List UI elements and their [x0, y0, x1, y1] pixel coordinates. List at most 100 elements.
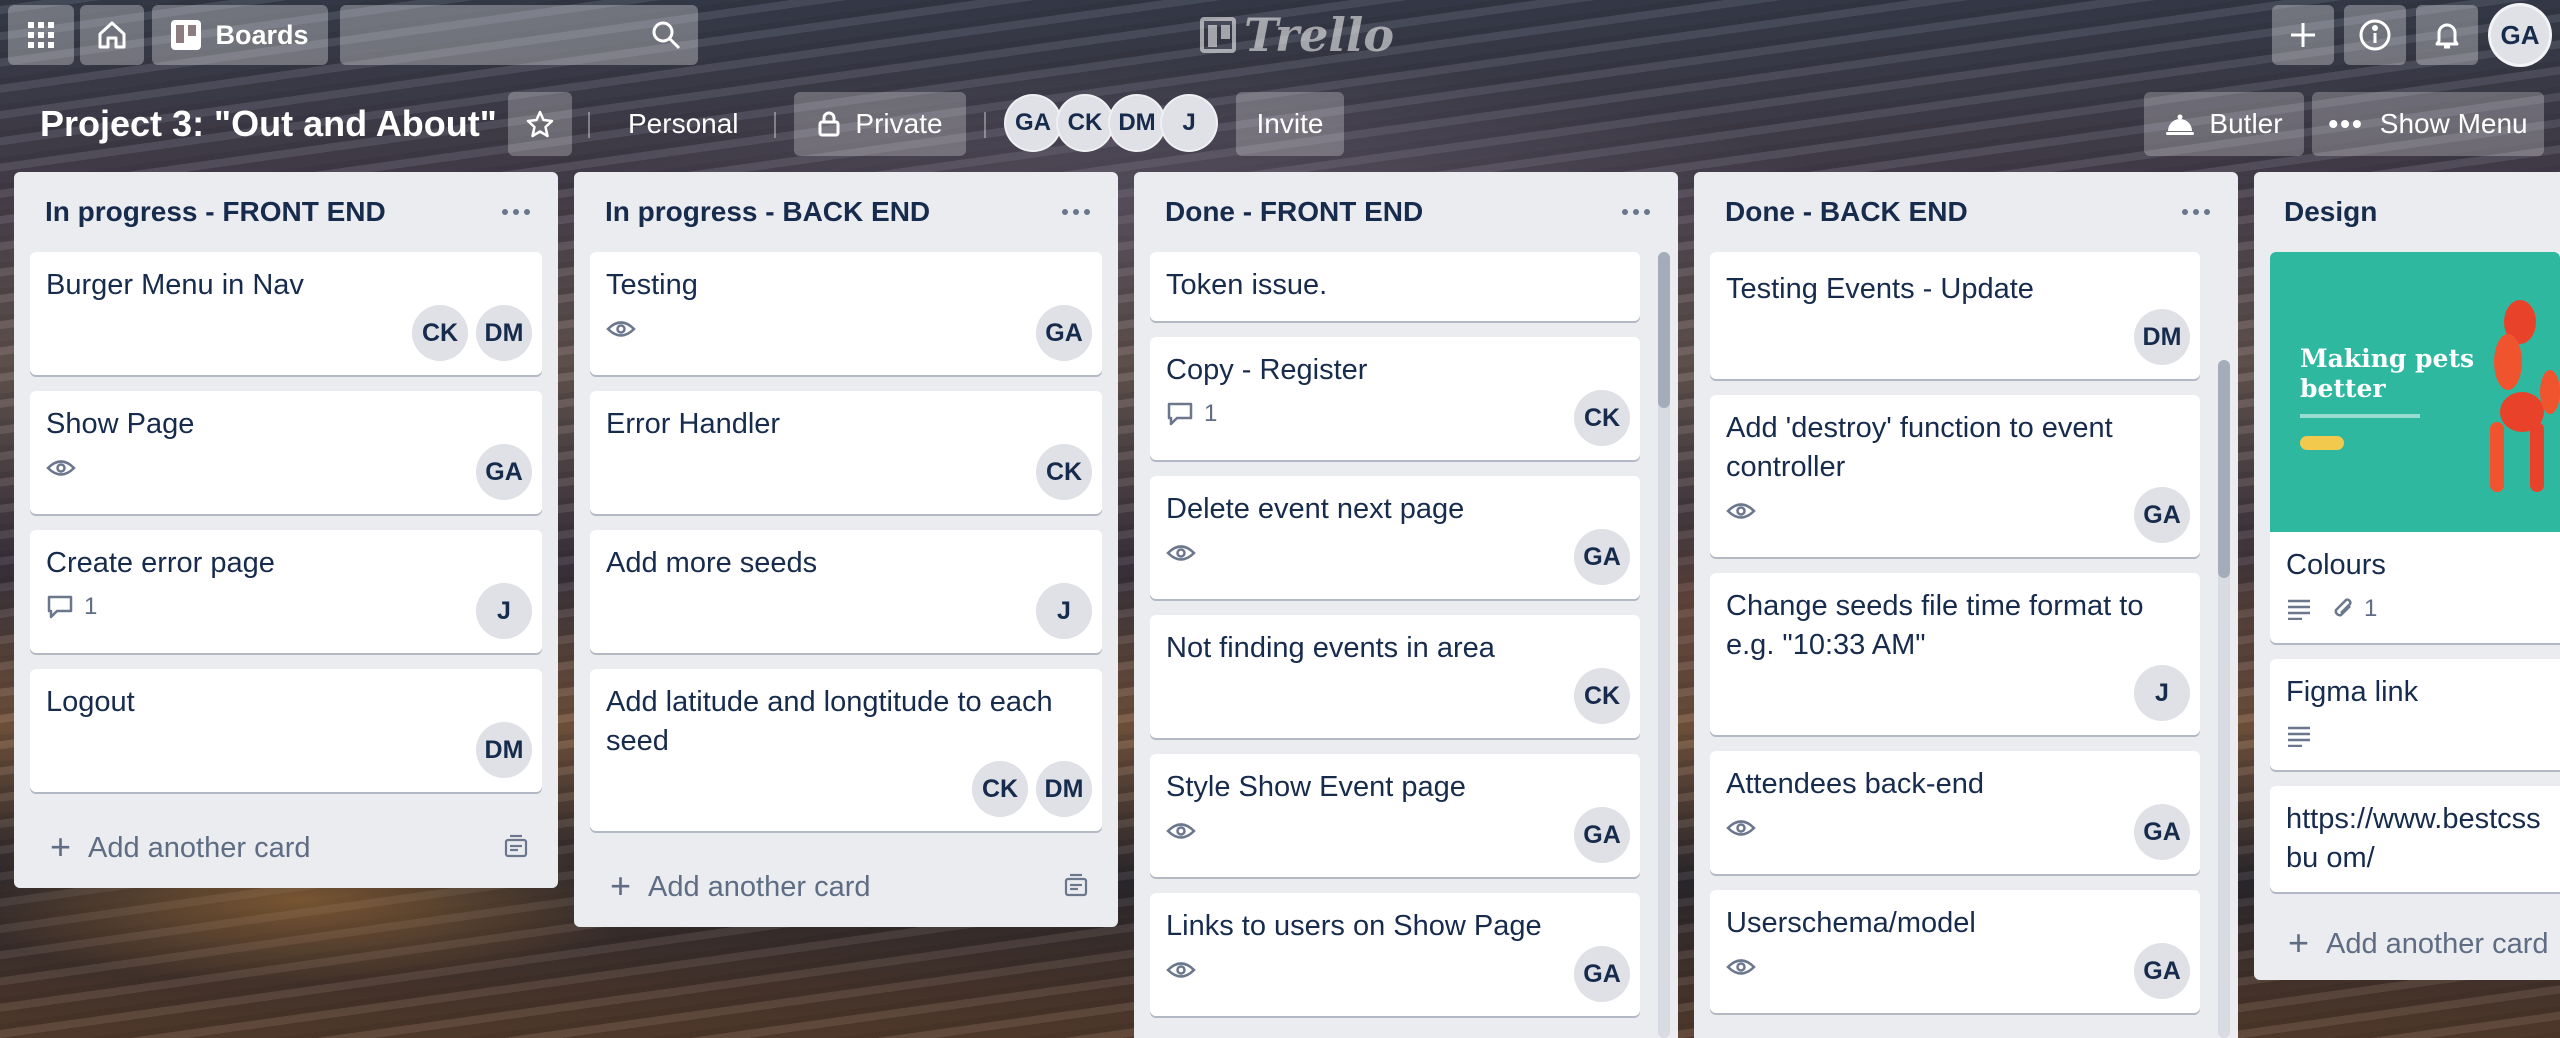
- card-member-avatar[interactable]: DM: [476, 722, 532, 778]
- card[interactable]: Testing GA: [590, 252, 1102, 375]
- trello-logo[interactable]: Trello: [1200, 8, 1394, 62]
- card[interactable]: Attendees back-end GA: [1710, 751, 2200, 874]
- card[interactable]: Userschema/model GA: [1710, 890, 2200, 1013]
- card[interactable]: Making pets better Colours 1: [2270, 252, 2560, 643]
- card[interactable]: Figma link: [2270, 659, 2560, 770]
- info-button[interactable]: [2344, 5, 2406, 65]
- card[interactable]: Add latitude and longtitude to each seed…: [590, 669, 1102, 831]
- card-title: Testing: [606, 269, 698, 301]
- list-title[interactable]: Done - BACK END: [1725, 196, 1968, 228]
- card[interactable]: https://www.bestcssbu om/: [2270, 786, 2560, 892]
- member-avatar[interactable]: GA: [1004, 94, 1062, 152]
- card-member-avatar[interactable]: DM: [476, 305, 532, 361]
- cover-text-line: [2300, 414, 2420, 418]
- card-member-avatar[interactable]: CK: [412, 305, 468, 361]
- card-title: Logout: [46, 686, 135, 718]
- member-avatar[interactable]: CK: [1056, 94, 1114, 152]
- comment-icon: [1167, 402, 1193, 426]
- card[interactable]: Show Page GA: [30, 391, 542, 514]
- list-menu-button[interactable]: [494, 194, 538, 230]
- description-icon: [2288, 726, 2310, 747]
- user-avatar[interactable]: GA: [2488, 3, 2552, 67]
- list-title[interactable]: In progress - BACK END: [605, 196, 930, 228]
- card[interactable]: Add 'destroy' function to event controll…: [1710, 395, 2200, 557]
- card[interactable]: Burger Menu in Nav CK DM: [30, 252, 542, 375]
- card-member-avatar[interactable]: CK: [1036, 444, 1092, 500]
- card[interactable]: Add more seeds J: [590, 530, 1102, 653]
- member-avatar[interactable]: DM: [1108, 94, 1166, 152]
- list-title[interactable]: In progress - FRONT END: [45, 196, 386, 228]
- card[interactable]: Testing Events - Update DM: [1710, 252, 2200, 379]
- card-member-avatar[interactable]: GA: [2134, 804, 2190, 860]
- card-title: Add latitude and longtitude to each seed: [606, 686, 1053, 757]
- card-member-avatar[interactable]: DM: [2134, 309, 2190, 365]
- card-member-avatar[interactable]: GA: [1036, 305, 1092, 361]
- notifications-button[interactable]: [2416, 5, 2478, 65]
- team-visibility-button[interactable]: Personal: [628, 92, 739, 156]
- butler-button[interactable]: Butler: [2144, 92, 2304, 156]
- card-title: Attendees back-end: [1726, 768, 1984, 800]
- card-title: Testing Events - Update: [1726, 273, 2034, 305]
- card[interactable]: Error Handler CK: [590, 391, 1102, 514]
- card-title: Links to users on Show Page: [1166, 910, 1542, 942]
- card-member-avatar[interactable]: GA: [476, 444, 532, 500]
- card[interactable]: Not finding events in area CK: [1150, 615, 1640, 738]
- card-title: Burger Menu in Nav: [46, 269, 304, 301]
- card-member-avatar[interactable]: J: [1036, 583, 1092, 639]
- card-member-avatar[interactable]: GA: [1574, 529, 1630, 585]
- card-title: Add more seeds: [606, 547, 818, 579]
- apps-button[interactable]: [8, 5, 74, 65]
- list-menu-button[interactable]: [2174, 194, 2218, 230]
- list-title[interactable]: Design: [2284, 196, 2377, 228]
- card[interactable]: Create error page 1 J: [30, 530, 542, 653]
- star-button[interactable]: [508, 92, 572, 156]
- card-member-avatar[interactable]: CK: [972, 761, 1028, 817]
- card-member-avatar[interactable]: GA: [2134, 943, 2190, 999]
- card-template-icon[interactable]: [1062, 873, 1090, 899]
- cover-button-shape: [2300, 436, 2344, 450]
- card-template-icon[interactable]: [502, 834, 530, 860]
- card-member-avatar[interactable]: GA: [2134, 487, 2190, 543]
- card-member-avatar[interactable]: DM: [1036, 761, 1092, 817]
- card-member-avatar[interactable]: J: [476, 583, 532, 639]
- card-member-avatar[interactable]: GA: [1574, 946, 1630, 1002]
- invite-button[interactable]: Invite: [1236, 92, 1344, 156]
- add-card-button[interactable]: + Add another card: [574, 847, 1118, 927]
- list-header[interactable]: In progress - BACK END: [574, 172, 1118, 252]
- list-header[interactable]: Design: [2254, 172, 2560, 252]
- card-title: Error Handler: [606, 408, 781, 440]
- card[interactable]: Change seeds file time format to e.g. "1…: [1710, 573, 2200, 735]
- card-title: Colours: [2286, 549, 2386, 581]
- card[interactable]: Token issue.: [1150, 252, 1640, 321]
- card-title: Style Show Event page: [1166, 771, 1466, 803]
- list-header[interactable]: Done - BACK END: [1694, 172, 2238, 252]
- add-card-button[interactable]: + Add another card: [14, 808, 558, 888]
- list-header[interactable]: In progress - FRONT END: [14, 172, 558, 252]
- show-menu-label: Show Menu: [2379, 108, 2528, 139]
- card[interactable]: Links to users on Show Page GA: [1150, 893, 1640, 1016]
- card[interactable]: Delete event next page GA: [1150, 476, 1640, 599]
- board-title[interactable]: Project 3: "Out and About": [40, 88, 497, 160]
- card-member-avatar[interactable]: GA: [1574, 807, 1630, 863]
- card-member-avatar[interactable]: CK: [1574, 390, 1630, 446]
- card-member-avatar[interactable]: J: [2134, 665, 2190, 721]
- list: Done - FRONT END Token issue. Copy - Reg…: [1134, 172, 1678, 1038]
- card[interactable]: Logout DM: [30, 669, 542, 792]
- search-input[interactable]: [340, 5, 698, 65]
- trello-logo-icon: [1200, 17, 1236, 53]
- watch-eye-icon: [1726, 503, 1756, 519]
- show-menu-button[interactable]: ••• Show Menu: [2312, 92, 2544, 156]
- create-button[interactable]: [2272, 5, 2334, 65]
- list-menu-button[interactable]: [1614, 194, 1658, 230]
- card-member-avatar[interactable]: CK: [1574, 668, 1630, 724]
- home-button[interactable]: [80, 5, 144, 65]
- list-menu-button[interactable]: [1054, 194, 1098, 230]
- card[interactable]: Copy - Register 1 CK: [1150, 337, 1640, 460]
- list-title[interactable]: Done - FRONT END: [1165, 196, 1423, 228]
- card[interactable]: Style Show Event page GA: [1150, 754, 1640, 877]
- boards-button[interactable]: Boards: [152, 5, 328, 65]
- member-avatar[interactable]: J: [1160, 94, 1218, 152]
- visibility-button[interactable]: Private: [794, 92, 966, 156]
- list-header[interactable]: Done - FRONT END: [1134, 172, 1678, 252]
- add-card-button[interactable]: + Add another card: [2254, 908, 2560, 980]
